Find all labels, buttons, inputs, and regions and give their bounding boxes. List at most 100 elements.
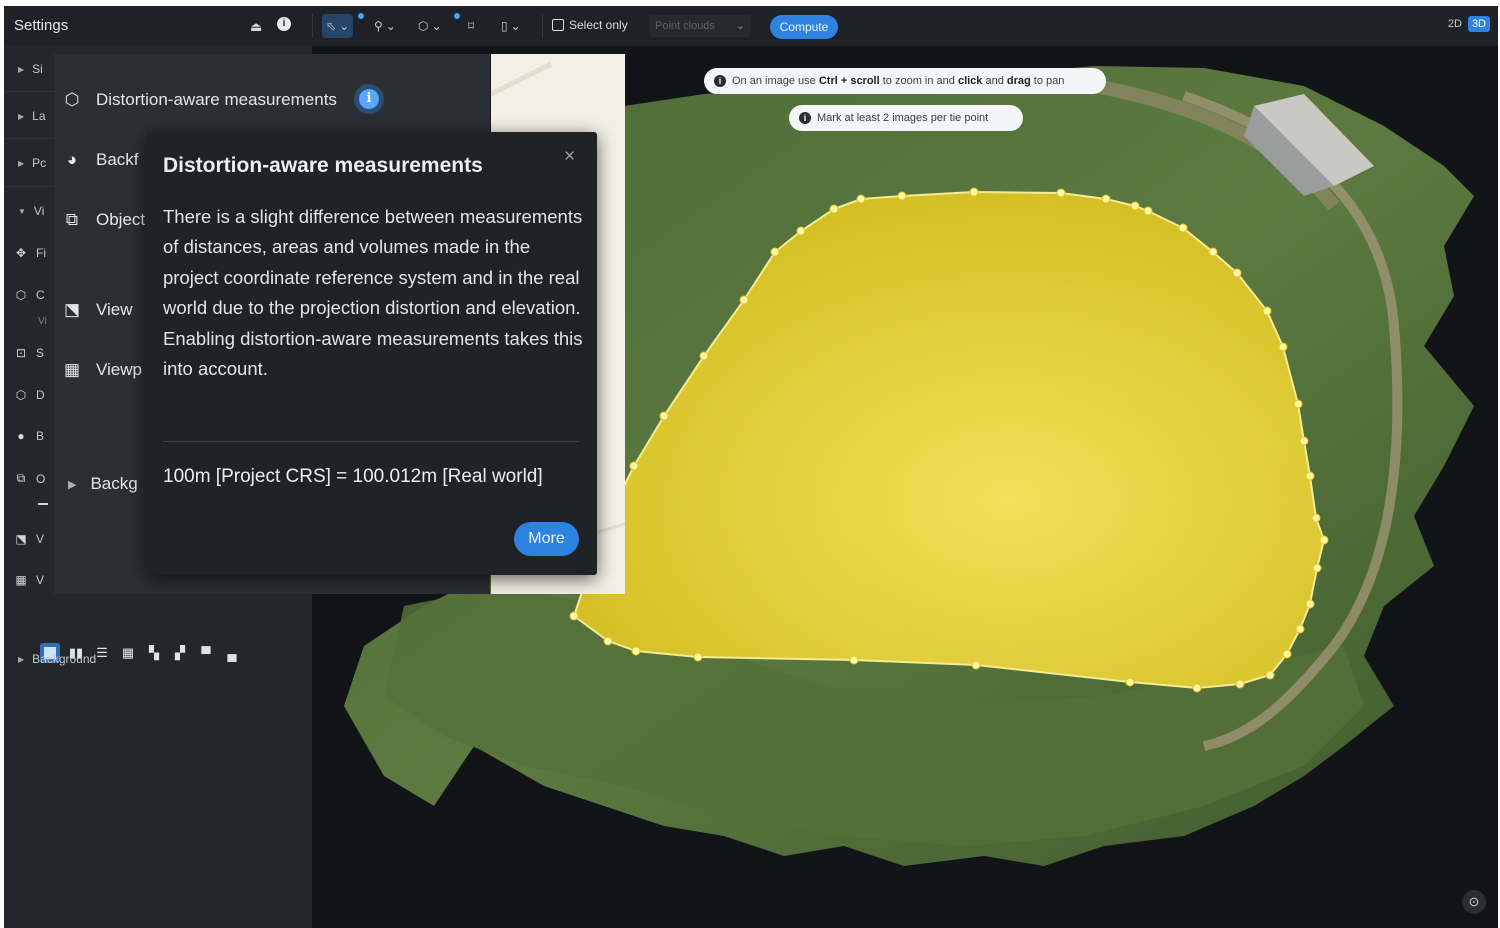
polygon-vertex[interactable] [1178, 223, 1188, 233]
select-only-label: Select only [569, 18, 628, 32]
view-row[interactable]: ⬔ View [62, 300, 133, 320]
chevron-down-icon: ⌄ [735, 20, 745, 32]
polygon-vertex[interactable] [1056, 188, 1066, 198]
polygon-vertex[interactable] [1305, 471, 1315, 481]
polygon-vertex[interactable] [1232, 268, 1242, 278]
polygon-vertex[interactable] [693, 652, 703, 662]
popover-title: Distortion-aware measurements [163, 154, 483, 177]
info-icon[interactable]: i [277, 17, 291, 31]
sidebar-item-d[interactable]: ⬡ D [14, 388, 45, 402]
pin-tool-button[interactable]: ⚲ ⌄ [374, 14, 396, 38]
layout-three-right-button[interactable]: ▞ [170, 643, 190, 663]
layout-quad-button[interactable]: ▦ [118, 643, 138, 663]
sidebar-item-fi[interactable]: ✥ Fi [14, 246, 46, 260]
navigation-icon: ✥ [15, 246, 27, 260]
polygon-vertex[interactable] [1265, 670, 1275, 680]
info-icon: i [359, 89, 379, 109]
polygon-vertex[interactable] [603, 636, 613, 646]
polygon-vertex[interactable] [849, 655, 859, 665]
chevron-down-icon: ⌄ [431, 19, 442, 33]
chevron-down-icon: ⌄ [385, 19, 396, 33]
select-tool-button[interactable]: ⬁ ⌄ [322, 14, 354, 38]
distortion-info-button[interactable]: i [354, 84, 384, 114]
grid-icon: ▦ [15, 573, 27, 587]
polygon-vertex[interactable] [629, 461, 639, 471]
polygon-vertex[interactable] [770, 247, 780, 257]
background-row[interactable]: ▶ Backg [68, 474, 138, 494]
polygon-vertex[interactable] [1278, 342, 1288, 352]
expand-icon: ▶ [68, 478, 77, 491]
polygon-vertex[interactable] [1143, 206, 1153, 216]
polygon-vertex[interactable] [1299, 436, 1309, 446]
polygon-vertex[interactable] [1125, 677, 1135, 687]
chevron-down-icon: ⌄ [510, 19, 521, 33]
sphere-icon: ◕ [66, 150, 78, 169]
polygon-vertex[interactable] [1208, 247, 1218, 257]
view-3d-button[interactable]: 3D [1467, 16, 1490, 32]
polygon-vertex[interactable] [856, 194, 866, 204]
polygon-vertex[interactable] [1262, 306, 1272, 316]
polygon-vertex[interactable] [829, 204, 839, 214]
polygon-vertex[interactable] [1293, 399, 1303, 409]
layout-three-left-button[interactable]: ▚ [144, 643, 164, 663]
polygon-vertex[interactable] [1235, 679, 1245, 689]
sidebar-item-pc[interactable]: ▶ Pc [18, 156, 46, 170]
expand-icon: ▶ [18, 64, 25, 74]
polygon-vertex[interactable] [739, 295, 749, 305]
sidebar-item-si[interactable]: ▶ Si [18, 62, 43, 76]
more-button[interactable]: More [514, 522, 579, 556]
distortion-aware-row: ⬡ Distortion-aware measurements [62, 90, 337, 110]
popover-formula: 100m [Project CRS] = 100.012m [Real worl… [163, 466, 543, 487]
layout-three-bottom-button[interactable]: ▄ [222, 643, 242, 663]
upload-icon[interactable]: ⏏ [250, 19, 262, 35]
sidebar-item-s[interactable]: ⊡ S [14, 346, 44, 360]
sidebar-item-o[interactable]: ⧉ O [14, 471, 46, 486]
sidebar-item-la[interactable]: ▶ La [18, 109, 46, 123]
polygon-vertex[interactable] [699, 351, 709, 361]
polygon-vertex[interactable] [897, 191, 907, 201]
polygon-vertex[interactable] [1192, 683, 1202, 693]
select-only-checkbox[interactable]: Select only [552, 18, 628, 32]
polygon-vertex[interactable] [1282, 649, 1292, 659]
polygon-vertex[interactable] [1295, 624, 1305, 634]
polygon-vertex[interactable] [1130, 201, 1140, 211]
sidebar-item-b[interactable]: ● B [14, 429, 44, 443]
sidebar-item-background[interactable]: ▶ Background [18, 652, 96, 666]
polygon-vertex[interactable] [796, 226, 806, 236]
polygon-vertex[interactable] [569, 611, 579, 621]
cube-outline-icon: ⬔ [63, 300, 81, 319]
close-icon[interactable]: × [564, 146, 575, 168]
volume-tool-button[interactable]: ⬡ ⌄ [418, 14, 442, 38]
polygon-vertex[interactable] [1305, 599, 1315, 609]
view-2d-button[interactable]: 2D [1444, 16, 1466, 32]
polygon-vertex[interactable] [969, 187, 979, 197]
sidebar-item-vi[interactable]: ▼ Vi [18, 204, 44, 218]
ruler-tool-button[interactable]: ▯ ⌄ [501, 14, 521, 38]
polygon-vertex[interactable] [971, 660, 981, 670]
backface-row[interactable]: ◕ Backf [62, 150, 139, 170]
tie-point-hint: i Mark at least 2 images per tie point [789, 105, 1023, 131]
viewport-label: Viewp [96, 360, 142, 379]
polygon-vertex[interactable] [1312, 563, 1322, 573]
polygon-vertex[interactable] [631, 646, 641, 656]
polygon-vertex[interactable] [659, 411, 669, 421]
sidebar-item-c[interactable]: ⬡ C [14, 288, 45, 302]
point-clouds-select[interactable]: Point clouds ⌄ [649, 15, 751, 37]
ruler-icon: ▯ [501, 19, 508, 33]
sidebar-item-vi-sub: Vi [38, 316, 47, 327]
distortion-info-popover: Distortion-aware measurements × There is… [146, 132, 597, 575]
recenter-icon[interactable]: ⊙ [1462, 890, 1486, 914]
objects-row[interactable]: ⧉ Object [62, 210, 145, 230]
viewport-row[interactable]: ▦ Viewp [62, 360, 142, 380]
crop-tool-button[interactable]: ⌑ [468, 14, 474, 38]
cube-icon: ⬡ [64, 90, 80, 109]
sidebar-item-v[interactable]: ⬔ V [14, 532, 44, 546]
objects-icon: ⧉ [65, 210, 79, 229]
sidebar-item-viewport[interactable]: ▦ V [14, 573, 44, 587]
polygon-vertex[interactable] [1311, 513, 1321, 523]
layout-three-top-button[interactable]: ▀ [196, 643, 216, 663]
zoom-pan-hint: i On an image use Ctrl + scroll to zoom … [704, 68, 1106, 94]
compute-button[interactable]: Compute [770, 15, 838, 39]
polygon-vertex[interactable] [1101, 194, 1111, 204]
polygon-vertex[interactable] [1319, 535, 1329, 545]
